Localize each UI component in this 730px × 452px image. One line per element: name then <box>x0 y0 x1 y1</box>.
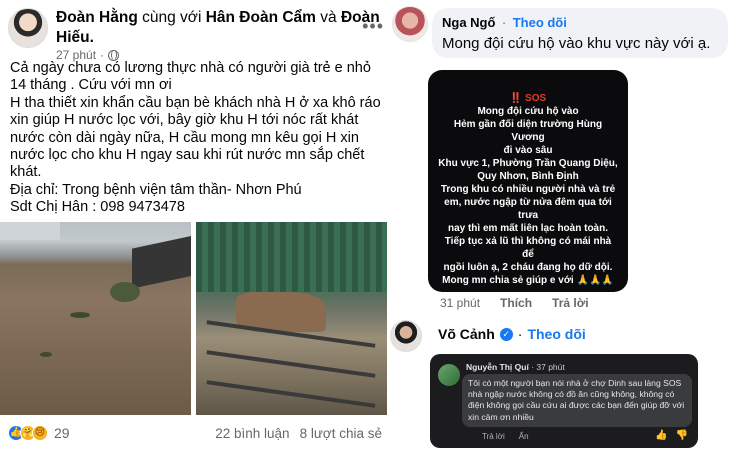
inner-reply: Trả lời <box>482 432 505 441</box>
sos-line: ngồi luôn ạ, 2 cháu đang họ dữ dội. <box>443 262 613 273</box>
railing <box>206 380 376 408</box>
dot-separator: · <box>501 15 507 30</box>
roof-shape <box>0 222 60 240</box>
facebook-post: Đoàn Hằng cùng với Hân Đoàn Cẩm và Đoàn … <box>0 0 392 452</box>
follow-button[interactable]: Theo dõi <box>513 15 567 30</box>
share-count[interactable]: 8 lượt chia sẻ <box>300 426 382 441</box>
tree-shape <box>110 282 140 302</box>
post-body: Cả ngày chưa có lương thực nhà có người … <box>10 60 382 217</box>
author-name[interactable]: Đoàn Hằng <box>56 9 138 26</box>
railing <box>206 350 376 378</box>
thumbs-up-icon: 👍 <box>655 430 668 441</box>
commenter-name[interactable]: Võ Cảnh <box>438 326 495 342</box>
thumbs-down-icon: 👎 <box>675 430 688 441</box>
comment-time[interactable]: 31 phút <box>440 296 480 310</box>
post-header: Đoàn Hằng cùng với Hân Đoàn Cẩm và Đoàn … <box>8 6 388 62</box>
inner-hide: Ẩn <box>518 432 529 441</box>
inner-actions: Trả lời Ẩn <box>482 432 529 441</box>
inner-header: Nguyễn Thị Quí · 37 phút <box>466 362 565 372</box>
sos-line: Hẻm gần đối diện trường Hùng Vương <box>453 119 603 143</box>
post-authors: Đoàn Hằng cùng với Hân Đoàn Cẩm và Đoàn … <box>56 8 386 48</box>
debris-shape <box>40 352 52 357</box>
globe-icon <box>108 49 120 61</box>
inner-comment-text: Tôi có một người bạn nói nhà ở chợ Dinh … <box>462 374 692 427</box>
commenter-avatar[interactable] <box>392 6 428 42</box>
sad-icon: 😢 <box>32 425 48 441</box>
embedded-comment-screenshot[interactable]: Nguyễn Thị Quí · 37 phút Tôi có một ngườ… <box>430 354 698 448</box>
commenter-avatar[interactable] <box>390 320 422 352</box>
corrugated-wall <box>196 222 387 292</box>
dot-separator: · <box>517 326 523 342</box>
comment-count[interactable]: 22 bình luận <box>215 426 289 441</box>
with-text: cùng với <box>142 9 202 26</box>
sos-line: Mong đội cứu hộ vào <box>477 106 579 117</box>
inner-time: 37 phút <box>536 362 565 372</box>
inner-icons: 👍 👎 <box>655 430 688 441</box>
post-line: Địa chỉ: Trong bệnh viện tâm thần- Nhơn … <box>10 181 302 198</box>
inner-avatar <box>438 364 460 386</box>
comment-actions: 31 phút Thích Trả lời <box>440 296 589 310</box>
sos-line: em, nước ngập từ nửa đêm qua tới trưa <box>444 197 612 221</box>
sos-line: nay thì em mất liên lạc hoàn toàn. <box>447 223 609 234</box>
sos-line: Khu vực 1, Phường Trần Quang Diệu, <box>438 158 618 169</box>
commenter-name[interactable]: Nga Ngố <box>442 15 495 30</box>
sos-line: Quy Nhơn, Bình Định <box>477 171 579 182</box>
post-line: Cả ngày chưa có lương thực nhà có người … <box>10 60 371 94</box>
comment-bubble: Nga Ngố · Theo dõi Mong đội cứu hộ vào k… <box>432 8 728 58</box>
flood-photo-left[interactable] <box>0 222 191 415</box>
author-avatar[interactable] <box>8 8 48 48</box>
reaction-summary[interactable]: 👍 🤗 😢 29 <box>8 425 70 441</box>
verified-icon: ✓ <box>499 327 513 341</box>
reply-button[interactable]: Trả lời <box>552 296 589 310</box>
sos-line: Mong mn chia sẻ giúp e với 🙏🙏🙏 <box>442 275 614 286</box>
commenter-header: Võ Cảnh ✓ · Theo dõi <box>438 326 586 342</box>
sos-title: ‼️ SOS <box>509 93 547 104</box>
footer-stats: 22 bình luận 8 lượt chia sẻ <box>215 426 382 441</box>
post-footer: 👍 🤗 😢 29 22 bình luận 8 lượt chia sẻ <box>8 424 388 446</box>
post-line: Sdt Chị Hân : 098 9473478 <box>10 199 185 216</box>
like-button[interactable]: Thích <box>500 296 532 310</box>
sos-line: Trong khu có nhiều người nhà và trẻ <box>440 184 616 195</box>
inner-name: Nguyễn Thị Quí <box>466 362 529 372</box>
house-roof <box>132 235 191 289</box>
sos-line: Tiếp tục xả lũ thì không có mái nhà để <box>444 236 612 260</box>
reaction-count[interactable]: 29 <box>54 425 70 441</box>
comment-text: Mong đội cứu hộ vào khu vực này với ạ. <box>442 35 711 52</box>
and-text: và <box>320 9 337 26</box>
debris-shape <box>70 312 90 318</box>
flood-photo-right[interactable] <box>196 222 387 415</box>
sos-line: đi vào sâu <box>503 145 553 156</box>
follow-button[interactable]: Theo dõi <box>527 326 585 342</box>
tagged-user-1[interactable]: Hân Đoàn Cẩm <box>206 9 316 26</box>
sos-image[interactable]: ‼️ SOS Mong đội cứu hộ vào Hẻm gần đối d… <box>428 70 628 292</box>
post-line: H tha thiết xin khẩn cầu bạn bè khách nh… <box>10 94 381 181</box>
more-icon[interactable]: ••• <box>362 16 384 37</box>
